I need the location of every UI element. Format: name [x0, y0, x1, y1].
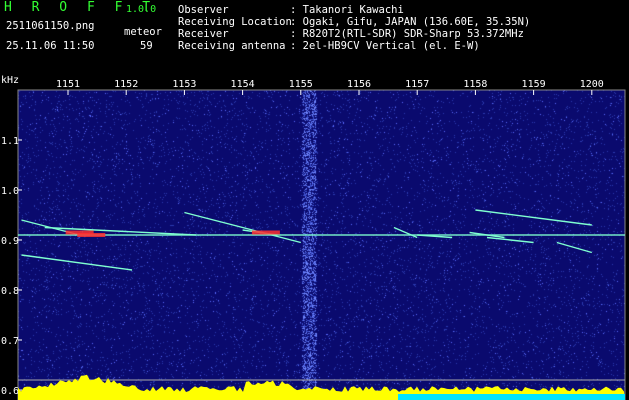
x-tick-label: 1200 — [580, 79, 604, 90]
y-tick-label: 1.0 — [1, 186, 19, 197]
y-tick-label: 0.7 — [1, 336, 19, 347]
header-panel: H R O F F T 1.0.0 2511061150.png 25.11.0… — [0, 0, 629, 74]
app-version: 1.0.0 — [126, 4, 157, 15]
y-tick-label: 0.6 — [1, 386, 19, 397]
y-tick-label: 0.9 — [1, 236, 19, 247]
receiver-label: Receiver — [178, 28, 229, 40]
location-value: : Ogaki, Gifu, JAPAN (136.60E, 35.35N) — [290, 16, 531, 28]
observer-label: Observer — [178, 4, 229, 16]
location-label: Receiving Location — [178, 16, 292, 28]
spectrogram-canvas — [18, 90, 625, 400]
receiver-value: : R820T2(RTL-SDR) SDR-Sharp 53.372MHz — [290, 28, 524, 40]
x-tick-label: 1153 — [172, 79, 196, 90]
file-name: 2511061150.png — [6, 20, 95, 32]
meteor-count: 59 — [140, 40, 153, 52]
y-tick-label: 1.1 — [1, 136, 19, 147]
observer-value: : Takanori Kawachi — [290, 4, 404, 16]
y-axis-unit: kHz — [1, 75, 20, 86]
x-tick-label: 1152 — [114, 79, 138, 90]
antenna-label: Receiving antenna — [178, 40, 286, 52]
x-tick-label: 1157 — [405, 79, 429, 90]
x-tick-label: 1151 — [56, 79, 80, 90]
x-tick-label: 1154 — [231, 79, 255, 90]
x-tick-label: 1156 — [347, 79, 371, 90]
x-tick-label: 1158 — [463, 79, 487, 90]
x-tick-label: 1159 — [522, 79, 546, 90]
y-tick-label: 0.8 — [1, 286, 19, 297]
x-tick-label: 1155 — [289, 79, 313, 90]
meteor-label: meteor — [124, 26, 162, 38]
antenna-value: : 2el-HB9CV Vertical (el. E-W) — [290, 40, 480, 52]
datetime: 25.11.06 11:50 — [6, 40, 95, 52]
